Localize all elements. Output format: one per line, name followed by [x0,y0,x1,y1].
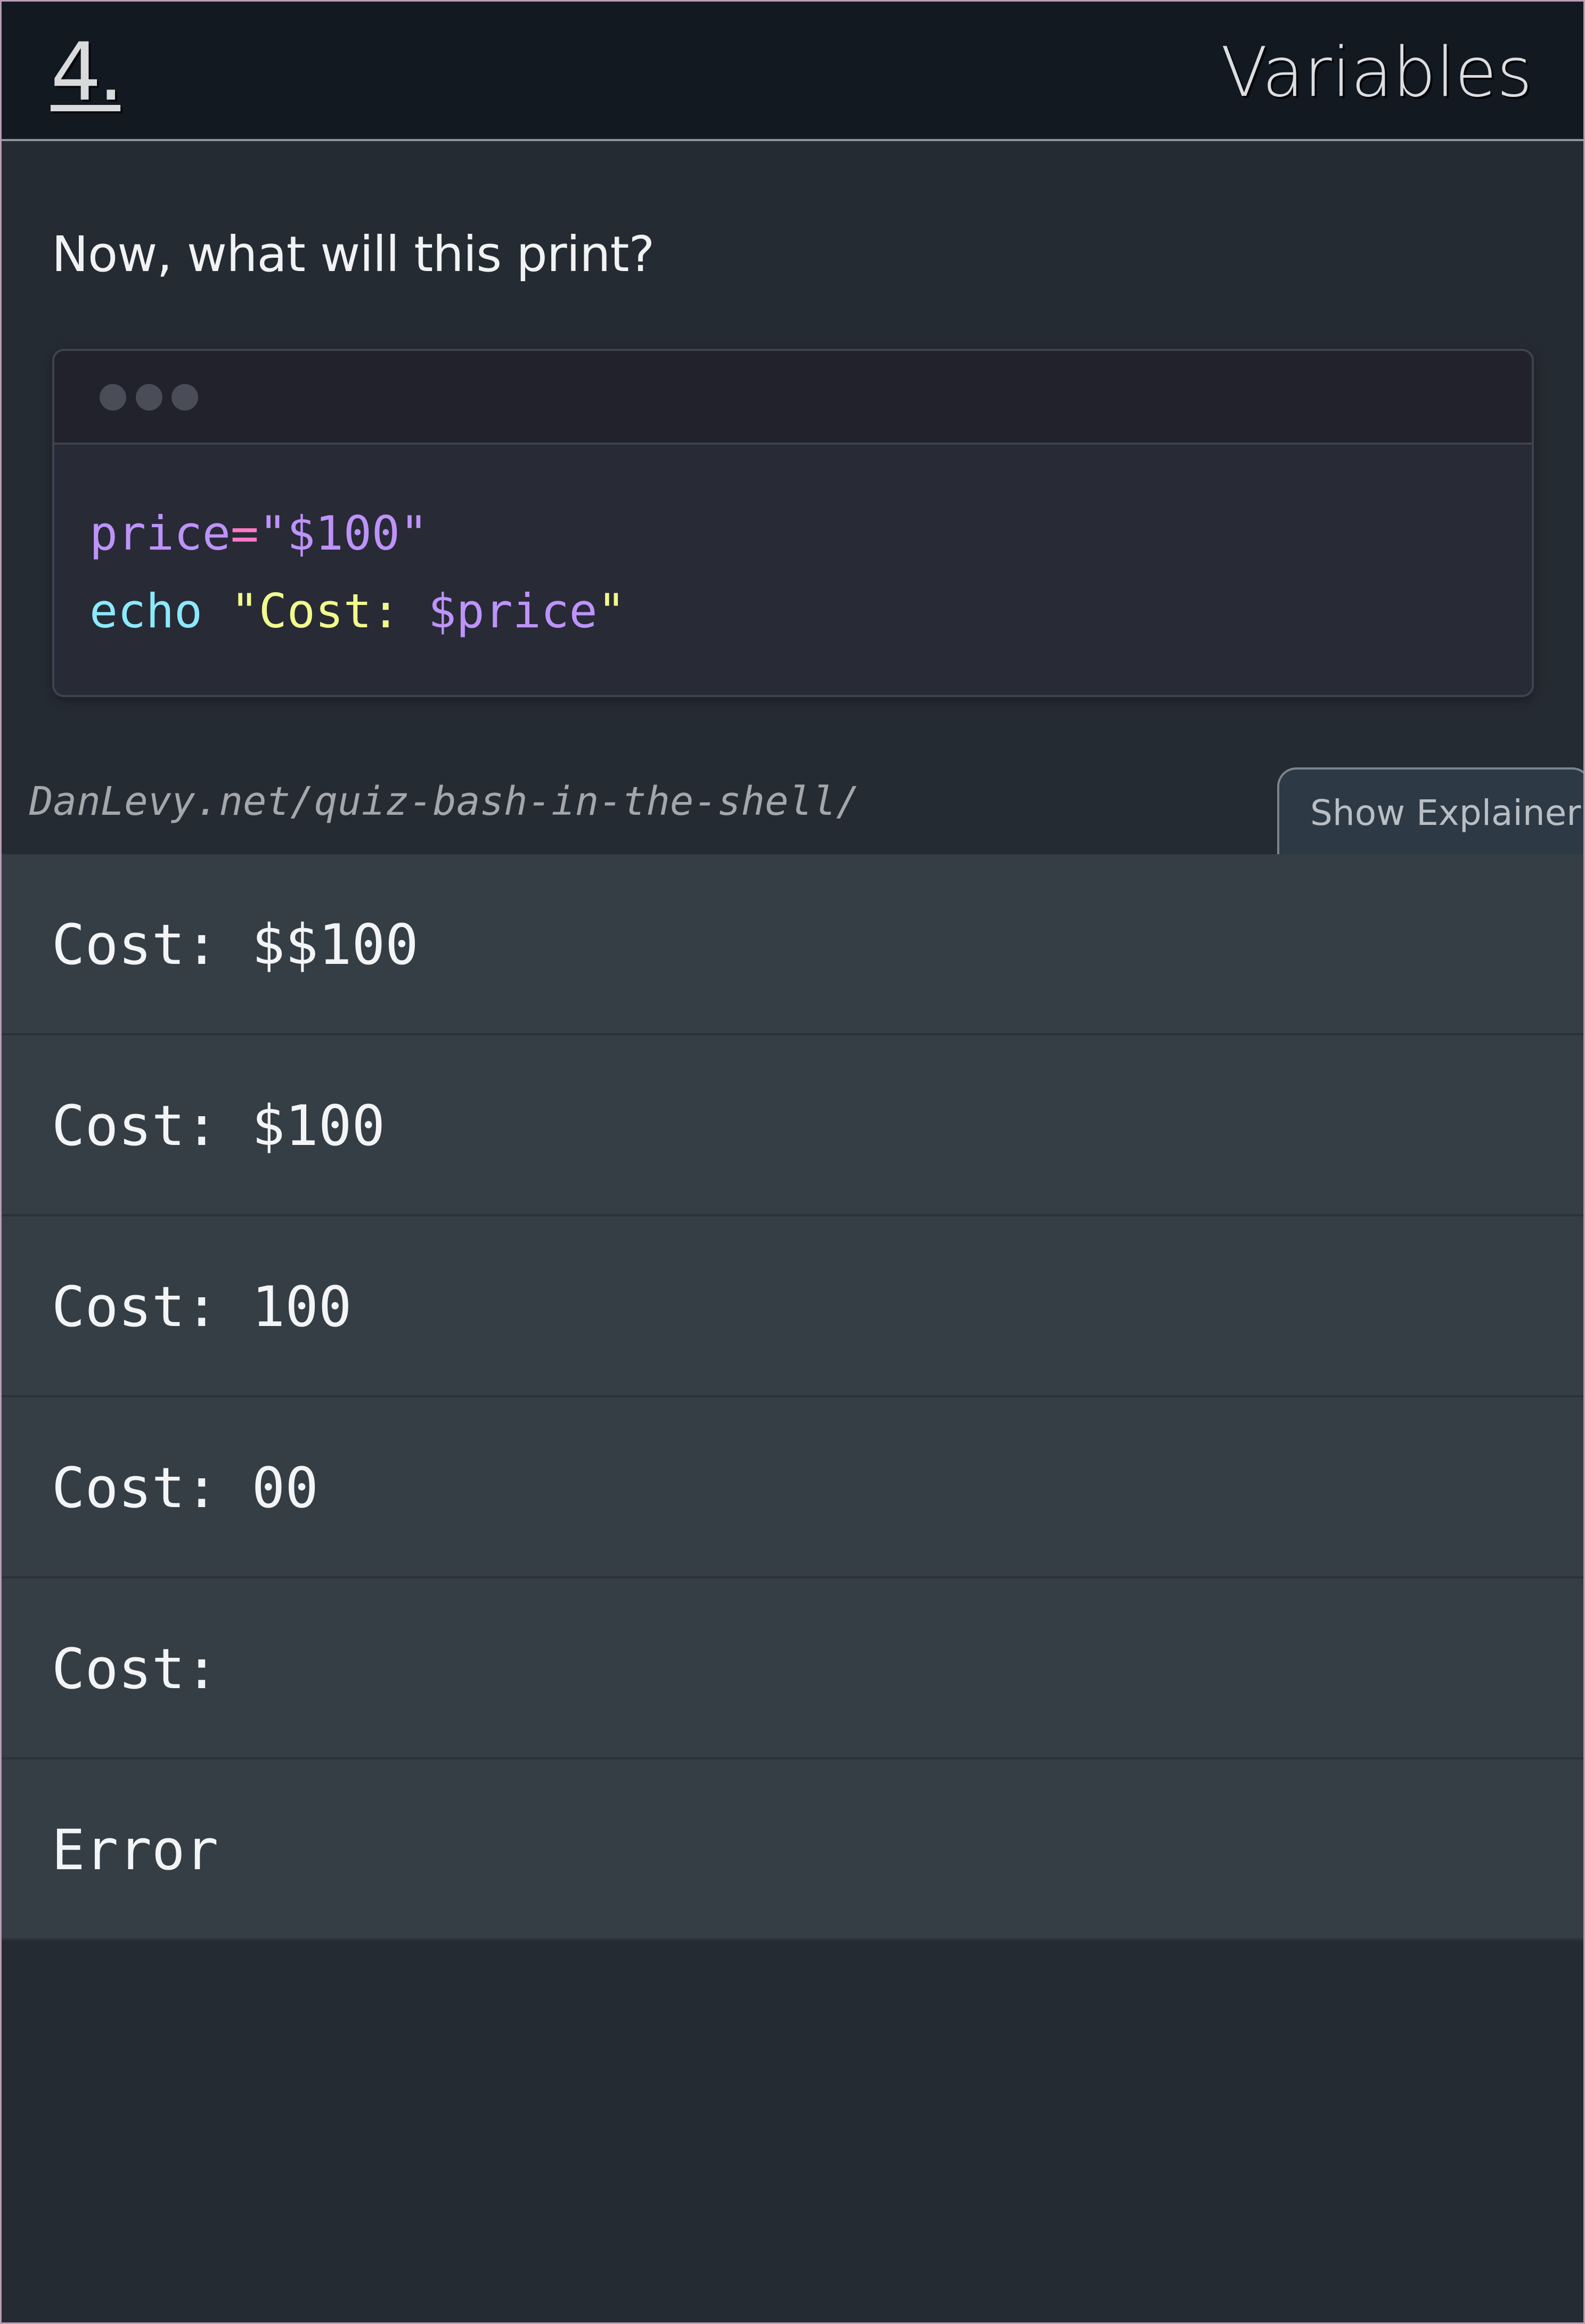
answer-option[interactable]: Error [2,1760,1583,1941]
question-title: Variables [1221,33,1532,112]
window-dot-icon [100,384,126,411]
code-line: price="$100" [89,495,626,572]
answer-option-label: Cost: $$100 [52,912,419,977]
show-explainer-button[interactable]: Show Explainer [1277,767,1583,859]
code-window: price="$100" echo "Cost: $price" [52,349,1534,697]
window-dot-icon [136,384,162,411]
answer-option[interactable]: Cost: 00 [2,1397,1583,1578]
window-dot-icon [171,384,198,411]
question-prompt: Now, what will this print? [52,226,655,283]
answer-option-label: Cost: $100 [52,1093,386,1158]
answer-option-label: Cost: 100 [52,1274,352,1339]
code-token: price [89,506,231,561]
answer-list: Cost: $$100 Cost: $100 Cost: 100 Cost: 0… [2,854,1583,1941]
quiz-card: 4. Variables Now, what will this print? … [0,0,1585,2324]
code-token: "$100" [258,506,428,561]
code-token: echo [89,584,202,639]
answer-option[interactable]: Cost: $100 [2,1035,1583,1216]
code-line: echo "Cost: $price" [89,572,626,650]
code-token: = [230,506,259,561]
code-token: $price [428,584,598,639]
code-token: "Cost: [230,584,428,639]
code-snippet: price="$100" echo "Cost: $price" [89,495,626,650]
code-titlebar [54,351,1532,445]
question-header: 4. Variables [2,2,1583,141]
answer-option-label: Error [52,1818,219,1883]
answer-option-label: Cost: 00 [52,1455,318,1520]
answer-option[interactable]: Cost: 100 [2,1216,1583,1397]
question-number: 4. [51,26,124,119]
answer-option-label: Cost: [52,1636,219,1701]
code-token: " [597,584,626,639]
answer-option[interactable]: Cost: [2,1578,1583,1760]
answer-option[interactable]: Cost: $$100 [2,854,1583,1035]
source-url[interactable]: DanLevy.net/quiz-bash-in-the-shell/ [29,775,860,828]
